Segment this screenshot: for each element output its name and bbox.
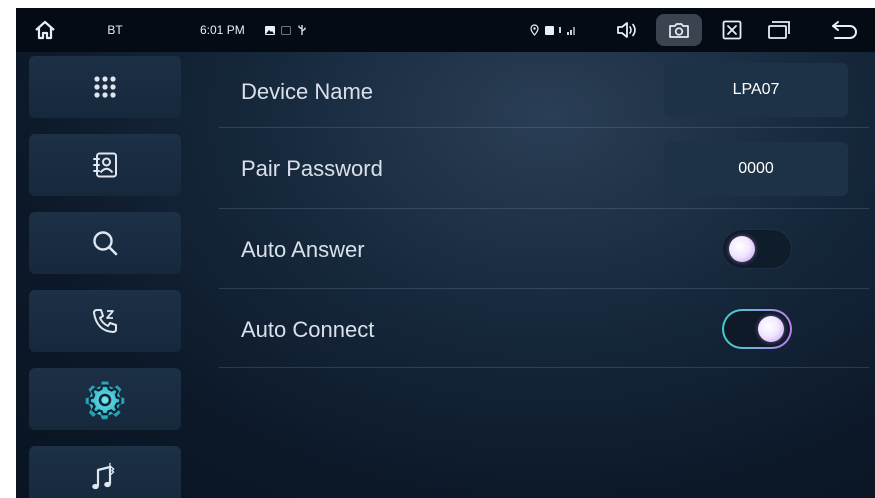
- row-divider: [219, 367, 869, 368]
- auto-answer-label: Auto Answer: [241, 237, 365, 262]
- camera-button[interactable]: [664, 8, 694, 52]
- back-icon: [832, 21, 857, 39]
- sidebar-item-dialpad[interactable]: [29, 56, 181, 118]
- sidebar-item-settings[interactable]: [29, 368, 181, 430]
- home-icon: [35, 20, 55, 40]
- sidebar-item-call-log[interactable]: [29, 290, 181, 352]
- home-button[interactable]: [30, 8, 60, 52]
- sidebar-item-bluetooth-music[interactable]: [29, 446, 181, 498]
- dialpad-icon: [94, 76, 116, 98]
- location-icon: [528, 8, 540, 52]
- volume-icon: [617, 22, 636, 38]
- bluetooth-music-icon: [92, 462, 115, 490]
- row-divider: [219, 208, 869, 209]
- signal-icon: [557, 8, 579, 52]
- sd-card-icon: [280, 8, 292, 52]
- row-divider: [219, 127, 869, 128]
- device-name-label: Device Name: [241, 79, 374, 104]
- multi-window-button[interactable]: [762, 8, 796, 52]
- sidebar-item-contacts[interactable]: [29, 134, 181, 196]
- volume-button[interactable]: [612, 8, 642, 52]
- close-window-button[interactable]: [717, 8, 747, 52]
- bluetooth-settings-screen: BT 6:01 PM Device Name LPA07 Pair Passwo…: [16, 8, 875, 498]
- auto-connect-label: Auto Connect: [241, 317, 375, 342]
- toggle-knob: [758, 316, 784, 342]
- close-window-icon: [722, 20, 742, 40]
- setting-row-auto-answer: Auto Answer: [219, 210, 869, 290]
- status-bar: BT 6:01 PM: [16, 8, 875, 52]
- auto-answer-toggle[interactable]: [722, 229, 792, 269]
- multi-window-icon: [768, 21, 790, 39]
- app-label: BT: [107, 23, 123, 37]
- sim-icon: [543, 8, 555, 52]
- clock: 6:01 PM: [200, 23, 245, 37]
- setting-row-auto-connect: Auto Connect: [219, 290, 869, 370]
- toggle-knob: [729, 236, 755, 262]
- row-divider: [219, 288, 869, 289]
- back-button[interactable]: [826, 8, 862, 52]
- device-name-field[interactable]: LPA07: [664, 63, 848, 117]
- setting-row-device-name: Device Name LPA07: [219, 52, 869, 132]
- setting-row-pair-password: Pair Password 0000: [219, 129, 869, 209]
- call-log-icon: [93, 309, 117, 333]
- gallery-icon: [264, 8, 276, 52]
- sidebar: [16, 52, 198, 498]
- search-icon: [93, 231, 118, 256]
- sidebar-item-search[interactable]: [29, 212, 181, 274]
- contacts-icon: [93, 152, 117, 178]
- pair-password-field[interactable]: 0000: [664, 142, 848, 196]
- usb-icon: [296, 8, 308, 52]
- pair-password-label: Pair Password: [241, 156, 383, 181]
- auto-connect-toggle[interactable]: [722, 309, 792, 349]
- settings-icon: [85, 381, 125, 420]
- camera-icon: [669, 23, 689, 38]
